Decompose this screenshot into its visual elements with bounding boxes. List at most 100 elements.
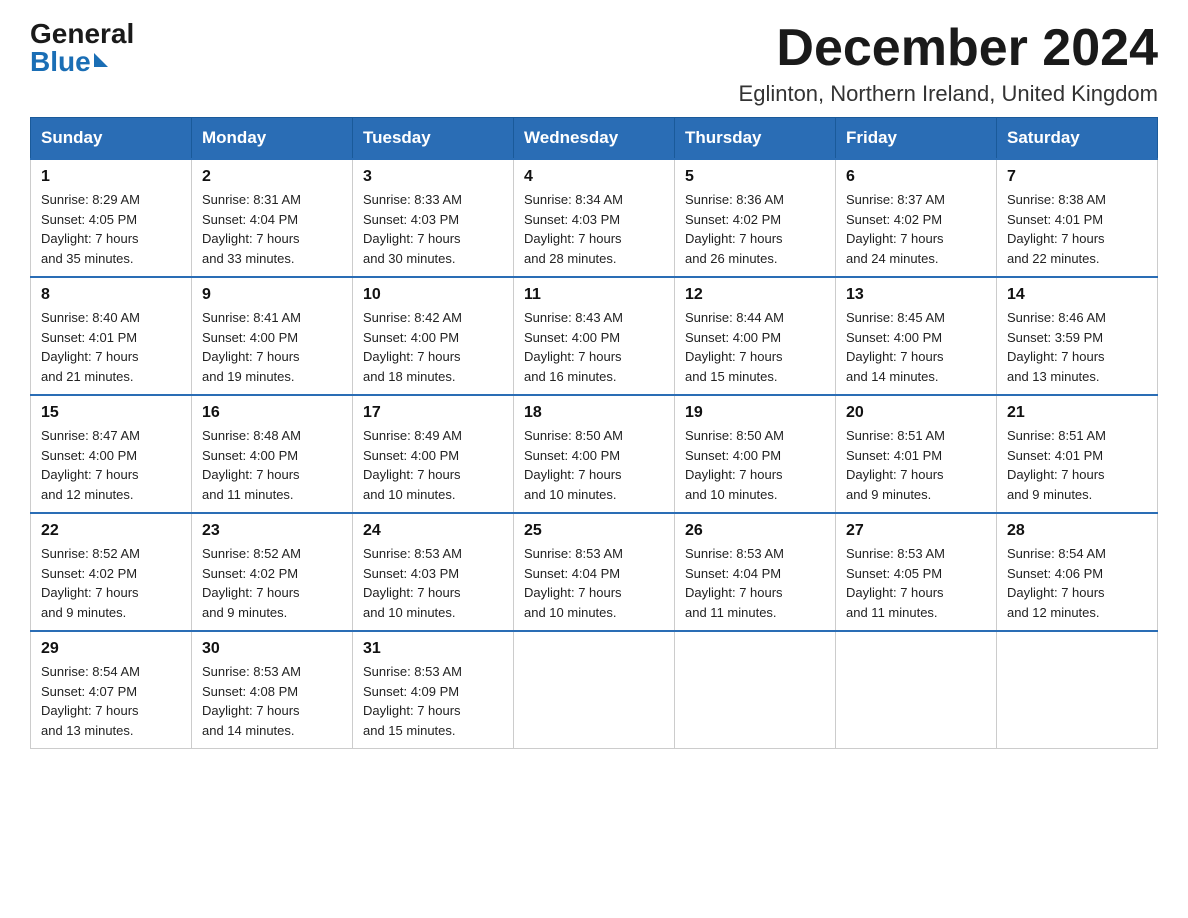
table-row: 23 Sunrise: 8:52 AMSunset: 4:02 PMDaylig…: [192, 513, 353, 631]
table-row: 28 Sunrise: 8:54 AMSunset: 4:06 PMDaylig…: [997, 513, 1158, 631]
table-row: 25 Sunrise: 8:53 AMSunset: 4:04 PMDaylig…: [514, 513, 675, 631]
day-number: 12: [685, 286, 825, 304]
day-number: 17: [363, 404, 503, 422]
col-sunday: Sunday: [31, 118, 192, 160]
day-info: Sunrise: 8:42 AMSunset: 4:00 PMDaylight:…: [363, 310, 462, 384]
day-number: 6: [846, 168, 986, 186]
day-info: Sunrise: 8:43 AMSunset: 4:00 PMDaylight:…: [524, 310, 623, 384]
day-info: Sunrise: 8:29 AMSunset: 4:05 PMDaylight:…: [41, 192, 140, 266]
day-info: Sunrise: 8:54 AMSunset: 4:07 PMDaylight:…: [41, 664, 140, 738]
table-row: 2 Sunrise: 8:31 AMSunset: 4:04 PMDayligh…: [192, 159, 353, 277]
day-number: 1: [41, 168, 181, 186]
week-row-2: 8 Sunrise: 8:40 AMSunset: 4:01 PMDayligh…: [31, 277, 1158, 395]
table-row: 20 Sunrise: 8:51 AMSunset: 4:01 PMDaylig…: [836, 395, 997, 513]
day-info: Sunrise: 8:50 AMSunset: 4:00 PMDaylight:…: [685, 428, 784, 502]
day-info: Sunrise: 8:48 AMSunset: 4:00 PMDaylight:…: [202, 428, 301, 502]
table-row: 6 Sunrise: 8:37 AMSunset: 4:02 PMDayligh…: [836, 159, 997, 277]
calendar-header-row: Sunday Monday Tuesday Wednesday Thursday…: [31, 118, 1158, 160]
month-title: December 2024: [739, 20, 1158, 77]
day-number: 27: [846, 522, 986, 540]
day-number: 10: [363, 286, 503, 304]
logo-arrow-icon: [94, 53, 108, 67]
week-row-3: 15 Sunrise: 8:47 AMSunset: 4:00 PMDaylig…: [31, 395, 1158, 513]
table-row: 10 Sunrise: 8:42 AMSunset: 4:00 PMDaylig…: [353, 277, 514, 395]
page-header: General Blue December 2024 Eglinton, Nor…: [30, 20, 1158, 107]
day-info: Sunrise: 8:54 AMSunset: 4:06 PMDaylight:…: [1007, 546, 1106, 620]
day-number: 11: [524, 286, 664, 304]
day-info: Sunrise: 8:53 AMSunset: 4:04 PMDaylight:…: [524, 546, 623, 620]
day-number: 16: [202, 404, 342, 422]
table-row: 29 Sunrise: 8:54 AMSunset: 4:07 PMDaylig…: [31, 631, 192, 749]
col-thursday: Thursday: [675, 118, 836, 160]
table-row: [836, 631, 997, 749]
day-number: 24: [363, 522, 503, 540]
table-row: 16 Sunrise: 8:48 AMSunset: 4:00 PMDaylig…: [192, 395, 353, 513]
day-info: Sunrise: 8:52 AMSunset: 4:02 PMDaylight:…: [41, 546, 140, 620]
day-number: 25: [524, 522, 664, 540]
day-info: Sunrise: 8:40 AMSunset: 4:01 PMDaylight:…: [41, 310, 140, 384]
day-info: Sunrise: 8:45 AMSunset: 4:00 PMDaylight:…: [846, 310, 945, 384]
table-row: 9 Sunrise: 8:41 AMSunset: 4:00 PMDayligh…: [192, 277, 353, 395]
week-row-4: 22 Sunrise: 8:52 AMSunset: 4:02 PMDaylig…: [31, 513, 1158, 631]
table-row: 13 Sunrise: 8:45 AMSunset: 4:00 PMDaylig…: [836, 277, 997, 395]
day-number: 8: [41, 286, 181, 304]
table-row: 15 Sunrise: 8:47 AMSunset: 4:00 PMDaylig…: [31, 395, 192, 513]
table-row: 17 Sunrise: 8:49 AMSunset: 4:00 PMDaylig…: [353, 395, 514, 513]
day-number: 29: [41, 640, 181, 658]
location-text: Eglinton, Northern Ireland, United Kingd…: [739, 81, 1158, 107]
table-row: 27 Sunrise: 8:53 AMSunset: 4:05 PMDaylig…: [836, 513, 997, 631]
day-number: 31: [363, 640, 503, 658]
day-number: 4: [524, 168, 664, 186]
header-right: December 2024 Eglinton, Northern Ireland…: [739, 20, 1158, 107]
table-row: 12 Sunrise: 8:44 AMSunset: 4:00 PMDaylig…: [675, 277, 836, 395]
table-row: 1 Sunrise: 8:29 AMSunset: 4:05 PMDayligh…: [31, 159, 192, 277]
day-number: 14: [1007, 286, 1147, 304]
table-row: 21 Sunrise: 8:51 AMSunset: 4:01 PMDaylig…: [997, 395, 1158, 513]
col-tuesday: Tuesday: [353, 118, 514, 160]
table-row: 8 Sunrise: 8:40 AMSunset: 4:01 PMDayligh…: [31, 277, 192, 395]
day-number: 15: [41, 404, 181, 422]
table-row: 4 Sunrise: 8:34 AMSunset: 4:03 PMDayligh…: [514, 159, 675, 277]
day-info: Sunrise: 8:31 AMSunset: 4:04 PMDaylight:…: [202, 192, 301, 266]
day-info: Sunrise: 8:33 AMSunset: 4:03 PMDaylight:…: [363, 192, 462, 266]
table-row: [675, 631, 836, 749]
week-row-5: 29 Sunrise: 8:54 AMSunset: 4:07 PMDaylig…: [31, 631, 1158, 749]
table-row: 3 Sunrise: 8:33 AMSunset: 4:03 PMDayligh…: [353, 159, 514, 277]
col-friday: Friday: [836, 118, 997, 160]
day-info: Sunrise: 8:53 AMSunset: 4:05 PMDaylight:…: [846, 546, 945, 620]
day-info: Sunrise: 8:37 AMSunset: 4:02 PMDaylight:…: [846, 192, 945, 266]
table-row: [997, 631, 1158, 749]
day-number: 13: [846, 286, 986, 304]
day-info: Sunrise: 8:47 AMSunset: 4:00 PMDaylight:…: [41, 428, 140, 502]
table-row: 14 Sunrise: 8:46 AMSunset: 3:59 PMDaylig…: [997, 277, 1158, 395]
table-row: 11 Sunrise: 8:43 AMSunset: 4:00 PMDaylig…: [514, 277, 675, 395]
calendar-table: Sunday Monday Tuesday Wednesday Thursday…: [30, 117, 1158, 749]
day-info: Sunrise: 8:53 AMSunset: 4:08 PMDaylight:…: [202, 664, 301, 738]
day-number: 28: [1007, 522, 1147, 540]
day-info: Sunrise: 8:53 AMSunset: 4:04 PMDaylight:…: [685, 546, 784, 620]
day-number: 22: [41, 522, 181, 540]
day-info: Sunrise: 8:53 AMSunset: 4:03 PMDaylight:…: [363, 546, 462, 620]
table-row: 30 Sunrise: 8:53 AMSunset: 4:08 PMDaylig…: [192, 631, 353, 749]
table-row: 26 Sunrise: 8:53 AMSunset: 4:04 PMDaylig…: [675, 513, 836, 631]
col-monday: Monday: [192, 118, 353, 160]
day-number: 30: [202, 640, 342, 658]
col-saturday: Saturday: [997, 118, 1158, 160]
day-number: 3: [363, 168, 503, 186]
day-number: 18: [524, 404, 664, 422]
day-number: 19: [685, 404, 825, 422]
day-number: 7: [1007, 168, 1147, 186]
day-info: Sunrise: 8:38 AMSunset: 4:01 PMDaylight:…: [1007, 192, 1106, 266]
day-info: Sunrise: 8:51 AMSunset: 4:01 PMDaylight:…: [1007, 428, 1106, 502]
table-row: 18 Sunrise: 8:50 AMSunset: 4:00 PMDaylig…: [514, 395, 675, 513]
logo: General Blue: [30, 20, 134, 76]
day-info: Sunrise: 8:41 AMSunset: 4:00 PMDaylight:…: [202, 310, 301, 384]
day-info: Sunrise: 8:52 AMSunset: 4:02 PMDaylight:…: [202, 546, 301, 620]
day-info: Sunrise: 8:44 AMSunset: 4:00 PMDaylight:…: [685, 310, 784, 384]
day-number: 9: [202, 286, 342, 304]
table-row: 31 Sunrise: 8:53 AMSunset: 4:09 PMDaylig…: [353, 631, 514, 749]
table-row: 7 Sunrise: 8:38 AMSunset: 4:01 PMDayligh…: [997, 159, 1158, 277]
day-number: 21: [1007, 404, 1147, 422]
table-row: 24 Sunrise: 8:53 AMSunset: 4:03 PMDaylig…: [353, 513, 514, 631]
table-row: [514, 631, 675, 749]
